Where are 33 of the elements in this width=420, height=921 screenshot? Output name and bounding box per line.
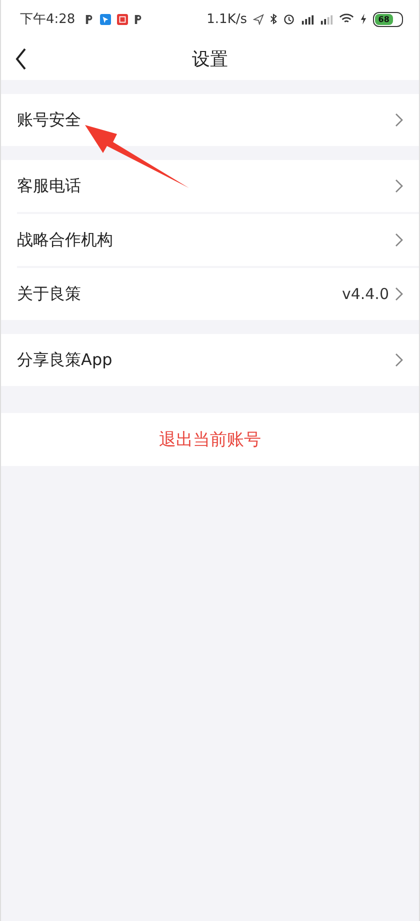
settings-item[interactable]: 关于良策 v4.4.0 [1,268,419,320]
settings-item[interactable]: 客服电话 [1,160,419,212]
alarm-icon [283,13,295,25]
chevron-icon [395,113,403,127]
item-label: 关于良策 [17,284,82,304]
chevron-icon [395,233,403,247]
chevron-icon [395,287,403,301]
app-icon [134,14,144,24]
back-icon[interactable] [15,48,27,70]
settings-item[interactable]: 分享良策App [1,334,419,386]
wifi-icon [339,13,354,25]
bluetooth-icon [270,13,277,25]
send-icon [253,14,264,24]
app-icon [85,14,94,24]
settings-item[interactable]: 战略合作机构 [1,214,419,266]
item-label: 分享良策App [17,350,114,370]
charging-icon [360,13,367,25]
app-icon [117,14,128,24]
chevron-icon [395,353,403,367]
page-title: 设置 [192,48,228,71]
app-icon [100,14,112,24]
network-speed: 1.1K/s [206,12,247,26]
item-label: 战略合作机构 [17,230,114,250]
item-label: 账号安全 [17,110,82,130]
settings-item[interactable]: 账号安全 [1,94,419,146]
signal-icon [301,13,314,25]
signal-icon [320,13,333,25]
logout-button[interactable]: 退出当前账号 [1,413,419,466]
version-text: v4.4.0 [342,285,389,303]
battery-icon: 68 [373,12,403,26]
status-time: 下午4:28 [20,11,76,28]
item-label: 客服电话 [17,176,82,196]
chevron-icon [395,179,403,193]
